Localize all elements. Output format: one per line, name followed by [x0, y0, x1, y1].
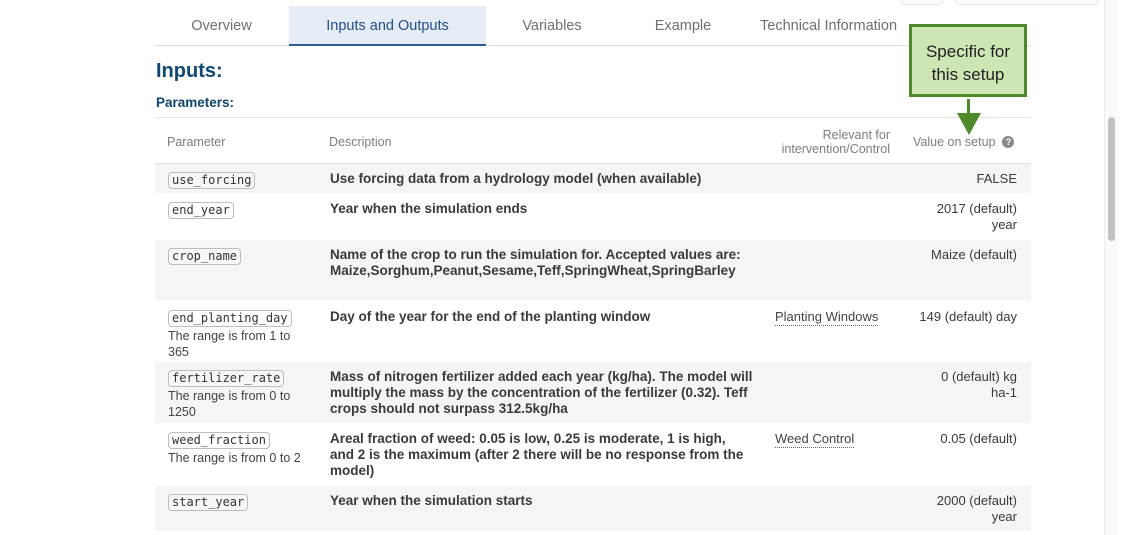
param-description: Areal fraction of weed: 0.05 is low, 0.2…	[330, 431, 744, 478]
param-name: end_planting_day	[168, 310, 292, 327]
param-value: Maize (default)	[931, 247, 1017, 262]
table-header: Parameter Description Relevant for inter…	[155, 118, 1031, 164]
header-value-label: Value on setup	[913, 135, 996, 149]
param-value: 0 (default) kg ha-1	[941, 369, 1017, 400]
tab-technical-information[interactable]: Technical Information	[760, 6, 925, 45]
param-description: Day of the year for the end of the plant…	[330, 309, 651, 324]
param-description: Year when the simulation ends	[330, 201, 528, 216]
callout-line1: Specific for	[925, 42, 1011, 61]
relevant-link[interactable]: Planting Windows	[775, 309, 879, 326]
param-cell: fertilizer_rate The range is from 0 to 12…	[168, 369, 308, 420]
param-value: 2017 (default) year	[936, 201, 1017, 232]
param-value: FALSE	[976, 171, 1017, 186]
header-relevant-line1: Relevant for	[822, 128, 890, 142]
table-row: fertilizer_rate The range is from 0 to 12…	[155, 362, 1031, 424]
tab-overview[interactable]: Overview	[155, 6, 288, 45]
header-parameter: Parameter	[167, 135, 226, 149]
param-description: Use forcing data from a hydrology model …	[330, 171, 702, 186]
param-cell: end_planting_day The range is from 1 to 3…	[168, 309, 308, 360]
param-range: The range is from 0 to 1250	[168, 389, 291, 419]
param-value: 2000 (default) year	[936, 493, 1017, 524]
header-edge	[955, 0, 1099, 5]
setup-callout: Specific for this setup	[909, 24, 1027, 97]
param-cell: use_forcing	[168, 171, 308, 189]
tab-bar: Overview Inputs and Outputs Variables Ex…	[155, 6, 1031, 46]
tab-variables[interactable]: Variables	[487, 6, 617, 45]
param-cell: weed_fraction The range is from 0 to 2	[168, 431, 308, 466]
param-name: fertilizer_rate	[168, 370, 285, 387]
param-cell: crop_name	[168, 247, 308, 265]
scrollbar[interactable]	[1104, 0, 1119, 535]
relevant-link[interactable]: Weed Control	[775, 431, 855, 448]
scrollbar-thumb[interactable]	[1108, 117, 1115, 241]
header-relevant: Relevant for intervention/Control	[767, 128, 890, 156]
param-name: weed_fraction	[168, 432, 270, 449]
param-cell: end_year	[168, 201, 308, 219]
param-value: 149 (default) day	[919, 309, 1017, 324]
param-name: crop_name	[168, 248, 242, 265]
param-description: Name of the crop to run the simulation f…	[330, 247, 741, 278]
param-description: Year when the simulation starts	[330, 493, 533, 508]
table-row: end_planting_day The range is from 1 to 3…	[155, 302, 1031, 362]
param-value: 0.05 (default)	[940, 431, 1017, 446]
tab-inputs-and-outputs[interactable]: Inputs and Outputs	[289, 6, 486, 46]
table-row: weed_fraction The range is from 0 to 2 Ar…	[155, 424, 1031, 486]
callout-line2: this setup	[931, 65, 1005, 84]
header-value: Value on setup?	[913, 135, 1015, 149]
header-relevant-line2: intervention/Control	[781, 142, 890, 156]
arrow-head	[957, 113, 981, 135]
param-cell: start_year	[168, 493, 308, 511]
table-row: end_year Year when the simulation ends 2…	[155, 194, 1031, 240]
param-range: The range is from 0 to 2	[168, 451, 301, 465]
question-circle-icon[interactable]: ?	[1002, 136, 1015, 148]
header-description: Description	[329, 135, 392, 149]
section-title: Inputs:	[156, 60, 223, 82]
param-name: end_year	[168, 202, 234, 219]
tab-example[interactable]: Example	[617, 6, 749, 45]
table-row: use_forcing Use forcing data from a hydr…	[155, 164, 1031, 194]
param-name: start_year	[168, 494, 249, 511]
subsection-title: Parameters:	[156, 95, 235, 110]
parameters-table: Parameter Description Relevant for inter…	[155, 117, 1031, 532]
param-description: Mass of nitrogen fertilizer added each y…	[330, 369, 753, 416]
header-edge	[900, 0, 944, 5]
param-name: use_forcing	[168, 172, 256, 189]
table-row: crop_name Name of the crop to run the si…	[155, 240, 1031, 302]
table-row: start_year Year when the simulation star…	[155, 486, 1031, 532]
param-range: The range is from 1 to 365	[168, 329, 291, 359]
